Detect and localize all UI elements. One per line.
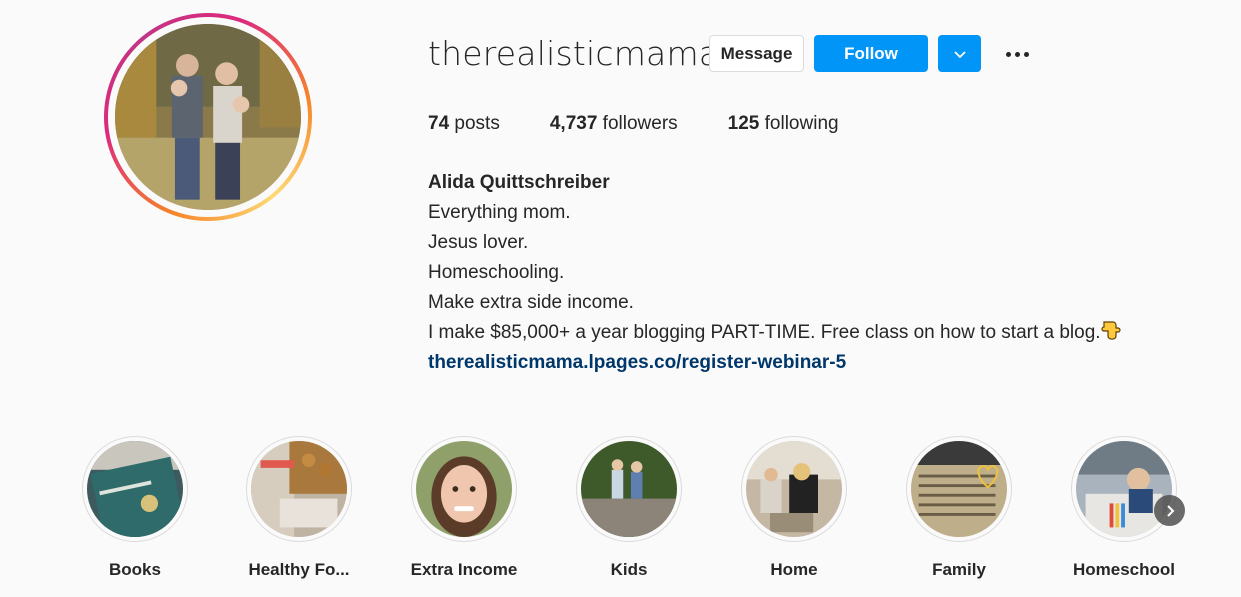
followers-label: followers bbox=[602, 113, 678, 134]
highlights-next-button[interactable] bbox=[1154, 495, 1185, 526]
highlight-books[interactable]: Books bbox=[75, 436, 195, 580]
highlight-label: Healthy Fo... bbox=[248, 560, 350, 579]
highlight-thumbnail bbox=[1076, 441, 1172, 537]
highlight-ring bbox=[1071, 436, 1177, 542]
highlight-label: Home bbox=[770, 560, 818, 579]
bio-line: Homeschooling. bbox=[428, 262, 565, 283]
full-name: Alida Quittschreiber bbox=[428, 172, 610, 193]
profile-stats: 74 posts 4,737 followers 125 following bbox=[428, 113, 889, 135]
profile-avatar[interactable] bbox=[104, 13, 312, 221]
message-button[interactable]: Message bbox=[709, 35, 804, 72]
highlight-ring bbox=[741, 436, 847, 542]
more-options-icon bbox=[1005, 51, 1011, 57]
highlight-thumbnail bbox=[87, 441, 183, 537]
highlight-ring bbox=[576, 436, 682, 542]
profile-bio: Alida Quittschreiber Everything mom. Jes… bbox=[428, 168, 1121, 378]
bio-line: Jesus lover. bbox=[428, 232, 529, 253]
pointing-down-emoji bbox=[1100, 321, 1121, 340]
suggested-dropdown-button[interactable] bbox=[938, 35, 981, 72]
chevron-right-icon bbox=[1166, 504, 1174, 517]
highlight-ring bbox=[906, 436, 1012, 542]
bio-line: Make extra side income. bbox=[428, 292, 634, 313]
highlight-thumbnail bbox=[416, 441, 512, 537]
followers-count: 4,737 bbox=[549, 113, 598, 134]
highlight-extra-income[interactable]: Extra Income bbox=[404, 436, 524, 580]
more-options-button[interactable] bbox=[1001, 42, 1033, 66]
chevron-down-icon bbox=[953, 50, 966, 58]
highlight-thumbnail bbox=[746, 441, 842, 537]
more-options-icon bbox=[1023, 51, 1029, 57]
highlight-label: Books bbox=[109, 560, 161, 579]
posts-count: 74 bbox=[428, 113, 450, 134]
highlight-thumbnail bbox=[581, 441, 677, 537]
avatar-inner bbox=[108, 17, 308, 217]
highlight-label: Family bbox=[932, 560, 986, 579]
following-count: 125 bbox=[727, 113, 760, 134]
posts-stat: 74 posts bbox=[428, 113, 500, 135]
bio-link[interactable]: therealisticmama.lpages.co/register-webi… bbox=[428, 348, 1121, 378]
highlight-thumbnail bbox=[911, 441, 1007, 537]
follow-button[interactable]: Follow bbox=[814, 35, 928, 72]
highlight-thumbnail bbox=[251, 441, 347, 537]
highlight-label: Extra Income bbox=[410, 560, 518, 579]
bio-line: Everything mom. bbox=[428, 202, 571, 223]
highlight-family[interactable]: Family bbox=[899, 436, 1019, 580]
avatar-photo bbox=[115, 24, 301, 210]
highlight-home[interactable]: Home bbox=[734, 436, 854, 580]
highlight-ring bbox=[246, 436, 352, 542]
following-label: following bbox=[764, 113, 839, 134]
highlight-kids[interactable]: Kids bbox=[569, 436, 689, 580]
following-stat[interactable]: 125 following bbox=[728, 113, 839, 135]
highlight-label: Kids bbox=[610, 560, 648, 579]
followers-stat[interactable]: 4,737 followers bbox=[550, 113, 678, 135]
profile-username: therealisticmama bbox=[428, 34, 720, 73]
highlight-label: Homeschool bbox=[1072, 560, 1176, 579]
more-options-icon bbox=[1014, 51, 1020, 57]
bio-line: I make $85,000+ a year blogging PART-TIM… bbox=[428, 322, 1101, 343]
bio-line-with-emoji: I make $85,000+ a year blogging PART-TIM… bbox=[428, 318, 1121, 348]
highlight-healthy-food[interactable]: Healthy Fo... bbox=[239, 436, 359, 580]
posts-label: posts bbox=[454, 113, 500, 134]
highlight-ring bbox=[82, 436, 188, 542]
highlight-ring bbox=[411, 436, 517, 542]
